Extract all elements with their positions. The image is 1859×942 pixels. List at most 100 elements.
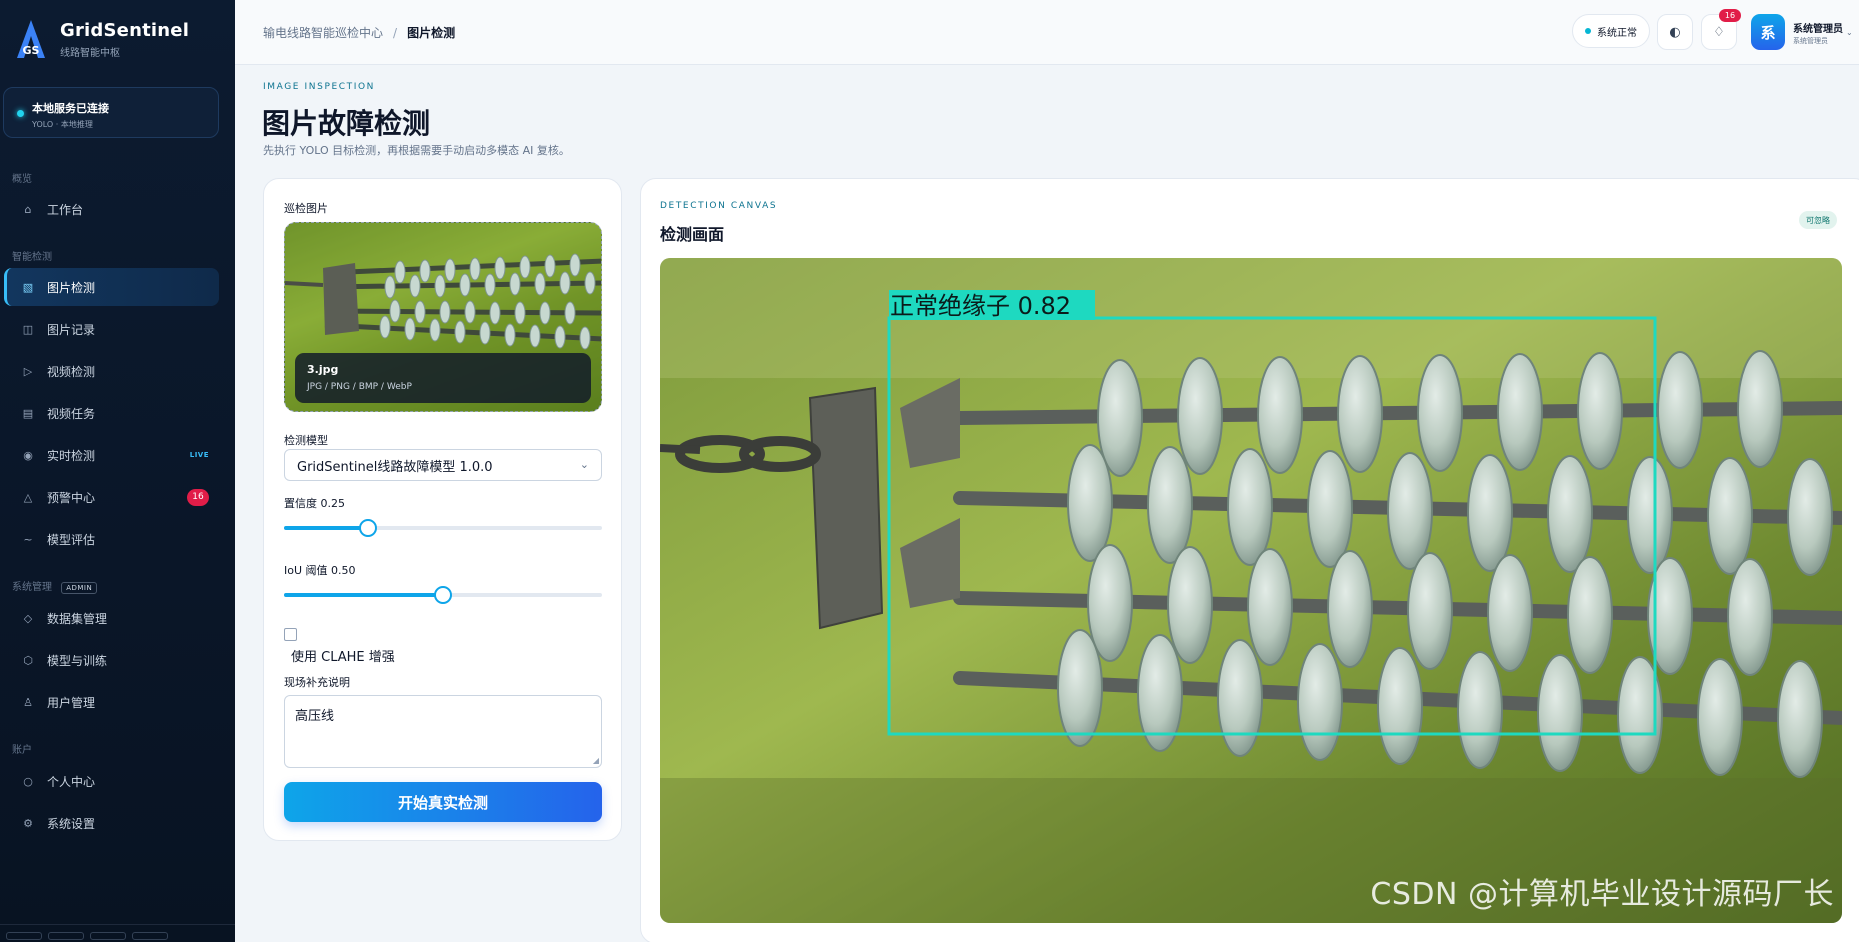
sidebar-item-realtime[interactable]: ◉ 实时检测 LIVE	[4, 436, 219, 474]
sidebar-item-label: 模型评估	[47, 532, 96, 547]
sidebar-item-label: 工作台	[47, 202, 84, 217]
nav-section-overview: 概览	[12, 174, 32, 185]
canvas-status-tag: 可忽略	[1799, 211, 1837, 229]
system-status-pill[interactable]: 系统正常	[1572, 14, 1650, 48]
dataset-icon: ◇	[23, 611, 33, 625]
bell-icon: ♢	[1713, 24, 1725, 40]
confidence-label: 置信度 0.25	[284, 497, 345, 510]
logo-icon: GS	[14, 18, 48, 60]
canvas-title: 检测画面	[660, 225, 725, 244]
live-tag: LIVE	[189, 451, 209, 459]
sidebar-item-evaluation[interactable]: ~ 模型评估	[4, 520, 219, 558]
sidebar-item-settings[interactable]: ⚙ 系统设置	[4, 804, 219, 842]
home-icon: ⌂	[24, 202, 32, 216]
footer-chip	[132, 932, 168, 940]
image-icon: ▧	[22, 280, 34, 294]
sidebar-item-label: 个人中心	[47, 774, 96, 789]
slider-thumb[interactable]	[359, 519, 377, 537]
alert-count-badge: 16	[187, 488, 209, 506]
detection-label: 正常绝缘子 0.82	[890, 292, 1071, 320]
chevron-down-icon[interactable]: ⌄	[1846, 28, 1853, 37]
theme-toggle-button[interactable]: ◐	[1657, 14, 1693, 50]
admin-tag: ADMIN	[61, 582, 98, 594]
detection-canvas-panel: DETECTION CANVAS 检测画面 可忽略 正常绝缘子 0.82 CSD…	[640, 178, 1859, 942]
page-subtitle: 先执行 YOLO 目标检测，再根据需要手动启动多模态 AI 复核。	[263, 144, 570, 157]
model-icon: ⬡	[23, 653, 33, 667]
list-icon: ▤	[22, 406, 34, 420]
status-dot-icon	[1585, 28, 1591, 34]
detection-result-image[interactable]: 正常绝缘子 0.82 CSDN @计算机毕业设计源码厂长	[660, 258, 1842, 923]
brand-name: GridSentinel	[60, 19, 190, 41]
clahe-checkbox[interactable]	[284, 628, 297, 641]
image-upload-dropzone[interactable]: 3.jpg JPG / PNG / BMP / WebP	[284, 222, 602, 412]
sidebar-item-image-records[interactable]: ◫ 图片记录	[4, 310, 219, 348]
sidebar-item-profile[interactable]: ○ 个人中心	[4, 762, 219, 800]
breadcrumb-root[interactable]: 输电线路智能巡检中心	[263, 26, 383, 40]
breadcrumb-current: 图片检测	[407, 26, 456, 40]
records-icon: ◫	[22, 322, 34, 336]
notes-textarea-value: 高压线	[295, 709, 335, 724]
sidebar-item-label: 数据集管理	[47, 611, 108, 626]
iou-label: IoU 阈值 0.50	[284, 564, 356, 577]
sidebar-item-image-detection[interactable]: ▧ 图片检测	[4, 268, 219, 306]
chart-icon: ~	[23, 532, 33, 546]
gear-icon: ⚙	[23, 816, 33, 830]
sidebar-item-workbench[interactable]: ⌂ 工作台	[4, 190, 219, 228]
sidebar-item-label: 视频任务	[47, 406, 96, 421]
sidebar-item-datasets[interactable]: ◇ 数据集管理	[4, 599, 219, 637]
notes-field-label: 现场补充说明	[284, 676, 350, 689]
nav-section-detection: 智能检测	[12, 252, 52, 263]
sidebar-item-label: 系统设置	[47, 816, 96, 831]
sidebar-item-label: 图片检测	[47, 280, 96, 295]
slider-fill	[284, 593, 443, 597]
contrast-icon: ◐	[1669, 24, 1681, 40]
footer-chip	[6, 932, 42, 940]
sidebar-item-label: 预警中心	[47, 490, 96, 505]
canvas-eyebrow: DETECTION CANVAS	[660, 201, 778, 211]
sidebar-item-label: 实时检测	[47, 448, 96, 463]
avatar[interactable]: 系	[1751, 14, 1785, 50]
user-menu[interactable]: 系统管理员 系统管理员	[1793, 20, 1843, 46]
page-title: 图片故障检测	[262, 107, 431, 140]
sidebar-item-models[interactable]: ⬡ 模型与训练	[4, 641, 219, 679]
page-eyebrow: IMAGE INSPECTION	[263, 82, 376, 92]
notes-textarea[interactable]: 高压线 ◢	[284, 695, 602, 768]
image-field-label: 巡检图片	[284, 202, 328, 215]
sidebar-item-label: 视频检测	[47, 364, 96, 379]
sidebar-item-video-detection[interactable]: ▷ 视频检测	[4, 352, 219, 390]
system-status-text: 系统正常	[1597, 27, 1637, 39]
alert-icon: △	[23, 490, 33, 504]
sidebar-footer	[0, 924, 235, 942]
model-field-label: 检测模型	[284, 434, 328, 447]
sidebar-item-label: 用户管理	[47, 695, 96, 710]
notification-count-badge: 16	[1719, 9, 1741, 22]
breadcrumb: 输电线路智能巡检中心 / 图片检测	[263, 24, 455, 41]
brand[interactable]: GS GridSentinel 线路智能中枢	[14, 18, 189, 60]
breadcrumb-separator: /	[393, 26, 398, 40]
status-dot-icon	[17, 110, 24, 117]
resize-grip-icon[interactable]: ◢	[593, 756, 599, 765]
topbar: 输电线路智能巡检中心 / 图片检测 系统正常 ◐ ♢ 16 系 系统管理员 系统管理…	[235, 0, 1859, 65]
service-status-card: 本地服务已连接 YOLO · 本地推理	[3, 87, 219, 138]
model-select-value: GridSentinel线路故障模型 1.0.0	[297, 459, 493, 475]
start-detection-button[interactable]: 开始真实检测	[284, 782, 602, 822]
brand-subtitle: 线路智能中枢	[60, 47, 120, 59]
confidence-slider[interactable]	[284, 519, 602, 537]
slider-thumb[interactable]	[434, 586, 452, 604]
user-name: 系统管理员	[1793, 24, 1843, 35]
sidebar-item-video-tasks[interactable]: ▤ 视频任务	[4, 394, 219, 432]
detection-form-panel: 巡检图片 3.jpg JPG / PNG / BMP / WebP 检测模型 G…	[263, 178, 622, 841]
selected-file-chip: 3.jpg JPG / PNG / BMP / WebP	[295, 353, 591, 403]
sidebar-item-users[interactable]: ♙ 用户管理	[4, 683, 219, 721]
iou-slider[interactable]	[284, 586, 602, 604]
model-select[interactable]: GridSentinel线路故障模型 1.0.0 ⌄	[284, 449, 602, 481]
service-title: 本地服务已连接	[32, 102, 109, 115]
sidebar-item-label: 模型与训练	[47, 653, 108, 668]
clahe-label[interactable]: 使用 CLAHE 增强	[291, 646, 395, 665]
sidebar-item-label: 图片记录	[47, 322, 96, 337]
selected-file-name: 3.jpg	[307, 363, 339, 376]
footer-chip	[48, 932, 84, 940]
sidebar-item-alerts[interactable]: △ 预警中心 16	[4, 478, 219, 516]
live-icon: ◉	[23, 448, 33, 462]
footer-chip	[90, 932, 126, 940]
